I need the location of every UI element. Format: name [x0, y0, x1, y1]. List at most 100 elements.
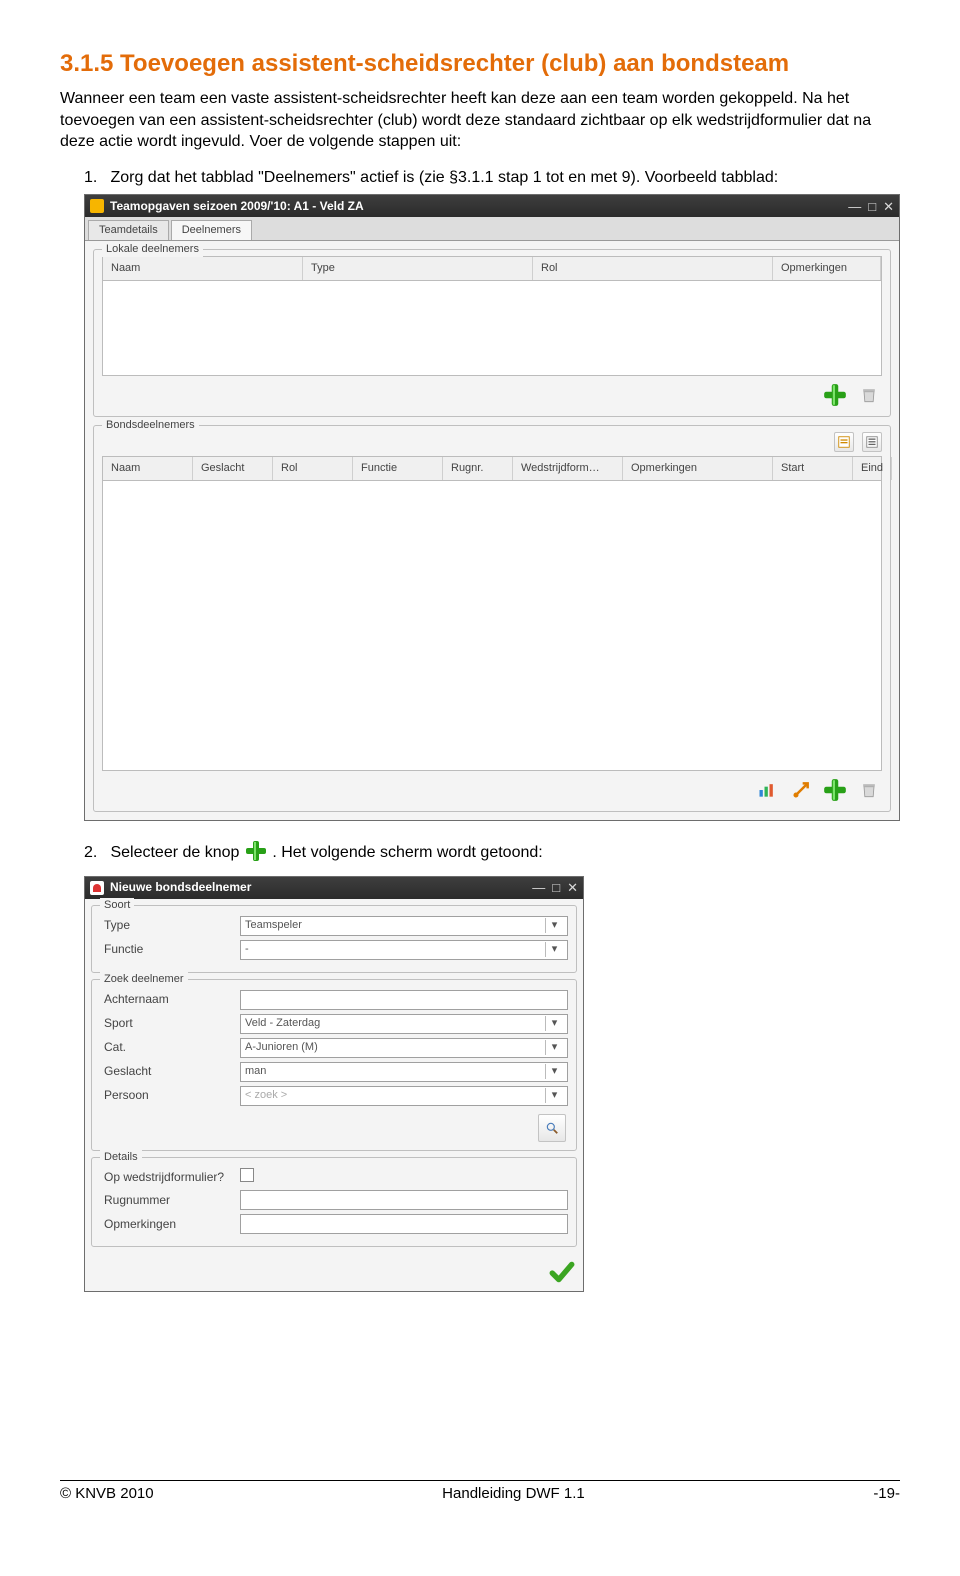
sport-value: Veld - Zaterdag	[245, 1016, 320, 1031]
bonds-grid-body	[102, 481, 882, 771]
confirm-button[interactable]	[549, 1259, 575, 1285]
achternaam-input[interactable]	[240, 990, 568, 1010]
cat-label: Cat.	[100, 1039, 240, 1055]
bonds-col-header: Naam Geslacht Rol Functie Rugnr. Wedstri…	[102, 456, 882, 481]
col-naam[interactable]: Naam	[103, 257, 303, 280]
app-icon	[90, 199, 104, 213]
maximize-icon[interactable]: □	[552, 879, 560, 897]
soort-group: Soort Type Teamspeler ▾ Functie - ▾	[91, 905, 577, 973]
list-icon	[865, 435, 879, 449]
group-legend: Bondsdeelnemers	[102, 418, 199, 433]
trash-icon	[859, 385, 879, 405]
transfer-icon	[791, 780, 811, 800]
zoek-deelnemer-group: Zoek deelnemer Achternaam Sport Veld - Z…	[91, 979, 577, 1151]
step-number: 1.	[84, 167, 106, 189]
minimize-icon[interactable]: —	[532, 879, 545, 897]
cat-value: A-Junioren (M)	[245, 1040, 318, 1055]
col-functie[interactable]: Functie	[353, 457, 443, 480]
col-rol[interactable]: Rol	[273, 457, 353, 480]
lokale-col-header: Naam Type Rol Opmerkingen	[102, 256, 882, 281]
delete-bonds-button[interactable]	[856, 777, 882, 803]
maximize-icon[interactable]: □	[868, 198, 876, 216]
minimize-icon[interactable]: —	[848, 198, 861, 216]
tab-deelnemers[interactable]: Deelnemers	[171, 220, 252, 240]
geslacht-combobox[interactable]: man ▾	[240, 1062, 568, 1082]
step-1-text: Zorg dat het tabblad "Deelnemers" actief…	[110, 169, 778, 186]
intro-paragraph: Wanneer een team een vaste assistent-sch…	[60, 88, 900, 153]
teamopgaven-window: Teamopgaven seizoen 2009/'10: A1 - Veld …	[84, 194, 900, 821]
col-naam[interactable]: Naam	[103, 457, 193, 480]
nieuwe-bondsdeelnemer-dialog: Nieuwe bondsdeelnemer — □ ✕ Soort Type T…	[84, 876, 584, 1293]
toolbar-btn-2[interactable]	[862, 432, 882, 452]
persoon-label: Persoon	[100, 1087, 240, 1103]
achternaam-label: Achternaam	[100, 991, 240, 1007]
rugnummer-label: Rugnummer	[100, 1192, 240, 1208]
group-legend: Lokale deelnemers	[102, 242, 203, 257]
geslacht-label: Geslacht	[100, 1063, 240, 1079]
group-legend: Zoek deelnemer	[100, 972, 188, 987]
section-heading: 3.1.5 Toevoegen assistent-scheidsrechter…	[60, 50, 900, 78]
opwed-checkbox[interactable]	[240, 1168, 254, 1182]
persoon-value: < zoek >	[245, 1088, 287, 1103]
details-group: Details Op wedstrijdformulier? Rugnummer…	[91, 1157, 577, 1248]
chevron-down-icon: ▾	[545, 918, 563, 933]
step-1: 1. Zorg dat het tabblad "Deelnemers" act…	[84, 167, 900, 821]
geslacht-value: man	[245, 1064, 266, 1079]
plus-icon	[822, 382, 848, 408]
col-start[interactable]: Start	[773, 457, 853, 480]
col-geslacht[interactable]: Geslacht	[193, 457, 273, 480]
plus-icon	[822, 777, 848, 803]
opmerkingen-input[interactable]	[240, 1214, 568, 1234]
col-opmerkingen[interactable]: Opmerkingen	[623, 457, 773, 480]
type-value: Teamspeler	[245, 918, 302, 933]
col-opmerkingen[interactable]: Opmerkingen	[773, 257, 881, 280]
col-rol[interactable]: Rol	[533, 257, 773, 280]
group-legend: Details	[100, 1150, 142, 1165]
functie-combobox[interactable]: - ▾	[240, 940, 568, 960]
window-title: Teamopgaven seizoen 2009/'10: A1 - Veld …	[110, 198, 848, 214]
chart-icon	[757, 780, 777, 800]
opmerkingen-label: Opmerkingen	[100, 1216, 240, 1232]
chevron-down-icon: ▾	[545, 1088, 563, 1103]
check-icon	[549, 1259, 575, 1285]
delete-lokale-button[interactable]	[856, 382, 882, 408]
persoon-combobox[interactable]: < zoek > ▾	[240, 1086, 568, 1106]
sport-label: Sport	[100, 1015, 240, 1031]
form-icon	[837, 435, 851, 449]
search-button[interactable]	[538, 1114, 566, 1142]
cat-combobox[interactable]: A-Junioren (M) ▾	[240, 1038, 568, 1058]
footer-center: Handleiding DWF 1.1	[442, 1485, 585, 1502]
sport-combobox[interactable]: Veld - Zaterdag ▾	[240, 1014, 568, 1034]
step-number: 2.	[84, 842, 106, 864]
tab-teamdetails[interactable]: Teamdetails	[88, 220, 169, 240]
chevron-down-icon: ▾	[545, 942, 563, 957]
group-legend: Soort	[100, 898, 134, 913]
col-type[interactable]: Type	[303, 257, 533, 280]
close-icon[interactable]: ✕	[567, 879, 578, 897]
inline-add-icon	[244, 839, 268, 870]
add-lokale-button[interactable]	[822, 382, 848, 408]
col-rugnr[interactable]: Rugnr.	[443, 457, 513, 480]
chevron-down-icon: ▾	[545, 1016, 563, 1031]
col-eind[interactable]: Eind	[853, 457, 892, 480]
rugnummer-input[interactable]	[240, 1190, 568, 1210]
footer-right: -19-	[873, 1485, 900, 1502]
page-footer: © KNVB 2010 Handleiding DWF 1.1 -19-	[60, 1480, 900, 1502]
chart-button[interactable]	[754, 777, 780, 803]
opwed-label: Op wedstrijdformulier?	[100, 1169, 240, 1185]
step-2: 2. Selecteer de knop . Het volgende sche…	[84, 839, 900, 1292]
transfer-button[interactable]	[788, 777, 814, 803]
lokale-grid-body	[102, 281, 882, 376]
step-2-text-b: . Het volgende scherm wordt getoond:	[272, 844, 542, 861]
footer-left: © KNVB 2010	[60, 1485, 154, 1502]
window-title: Nieuwe bondsdeelnemer	[110, 879, 532, 895]
close-icon[interactable]: ✕	[883, 198, 894, 216]
type-combobox[interactable]: Teamspeler ▾	[240, 916, 568, 936]
type-label: Type	[100, 917, 240, 933]
trash-icon	[859, 780, 879, 800]
col-wedstrijdform[interactable]: Wedstrijdform…	[513, 457, 623, 480]
toolbar-btn-1[interactable]	[834, 432, 854, 452]
java-icon	[90, 881, 104, 895]
step-2-text-a: Selecteer de knop	[110, 844, 243, 861]
add-bonds-button[interactable]	[822, 777, 848, 803]
